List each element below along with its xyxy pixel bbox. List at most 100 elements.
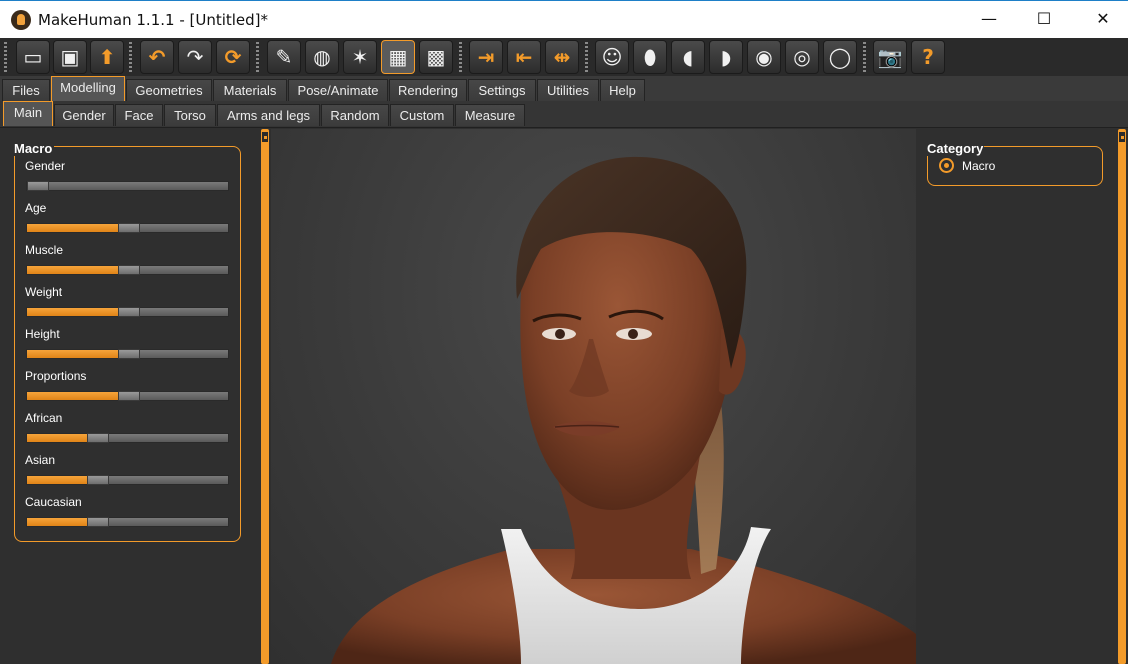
back-view-button[interactable]: ⇤ [507,40,541,74]
maximize-button[interactable]: ☐ [1021,1,1067,38]
slider-handle[interactable] [118,391,140,401]
reset-camera-icon: ◯ [828,45,852,69]
slider-weight[interactable] [26,307,229,317]
help-button[interactable]: ? [911,40,945,74]
slider-handle[interactable] [87,475,109,485]
undo-button[interactable]: ↶ [140,40,174,74]
smooth-button[interactable]: ✎ [267,40,301,74]
macro-radio-label[interactable]: Macro [962,159,995,173]
top-view-button[interactable]: ◉ [747,40,781,74]
front-view-button[interactable]: ⇥ [469,40,503,74]
slider-label-weight: Weight [25,285,63,299]
bottom-view-button[interactable]: ◎ [785,40,819,74]
slider-label-asian: Asian [25,453,56,467]
slider-caucasian[interactable] [26,517,229,527]
grid-icon: ▦ [388,45,408,69]
minimize-button[interactable]: — [966,1,1012,38]
slider-african[interactable] [26,433,229,443]
slider-handle[interactable] [87,517,109,527]
head-front-icon: ⬮ [643,45,657,69]
toolbar-separator [129,42,132,72]
redo-button[interactable]: ↷ [178,40,212,74]
left-panel: Macro Gender Age Muscle Weight Height Proport… [0,129,258,664]
tab-help[interactable]: Help [600,79,645,101]
tab-main[interactable]: Main [3,101,53,126]
slider-label-proportions: Proportions [25,369,87,383]
makehuman-logo-icon [11,10,31,30]
slider-handle[interactable] [118,307,140,317]
undo-icon: ↶ [148,45,166,69]
tab-rendering[interactable]: Rendering [389,79,467,101]
tab-pose-animate[interactable]: Pose/Animate [288,79,388,101]
left-splitter[interactable] [259,129,271,664]
tab-custom[interactable]: Custom [390,104,454,126]
screenshot-button[interactable]: 📷 [873,40,907,74]
slider-fill [27,434,87,442]
save-button[interactable]: ▣ [53,40,87,74]
wireframe-icon: ◍ [313,45,331,69]
save-icon: ▣ [60,45,80,69]
slider-muscle[interactable] [26,265,229,275]
slider-height[interactable] [26,349,229,359]
tab-gender[interactable]: Gender [54,104,114,126]
slider-handle[interactable] [118,349,140,359]
head-left-button[interactable]: ◖ [671,40,705,74]
slider-fill [27,308,118,316]
load-button[interactable]: ▭ [16,40,50,74]
slider-age[interactable] [26,223,229,233]
slider-handle[interactable] [27,181,49,191]
tab-face[interactable]: Face [115,104,163,126]
close-button[interactable]: ✕ [1080,1,1126,38]
wireframe-button[interactable]: ◍ [305,40,339,74]
sub-tab-bar: Main Gender Face Torso Arms and legs Ran… [0,101,1128,128]
slider-handle[interactable] [118,265,140,275]
export-icon: ⬆ [98,45,116,69]
slider-label-height: Height [25,327,60,341]
export-button[interactable]: ⬆ [90,40,124,74]
toolbar-separator [459,42,462,72]
slider-proportions[interactable] [26,391,229,401]
reset-button[interactable]: ⟳ [216,40,250,74]
macro-radio[interactable] [939,158,954,173]
toolbar-separator [863,42,866,72]
3d-viewport[interactable] [271,129,916,664]
tab-random[interactable]: Random [321,104,389,126]
main-toolbar: ▭ ▣ ⬆ ↶ ↷ ⟳ ✎ ◍ ✶ ▦ ▩ ⇥ ⇤ ⇹ ☺ ⬮ ◖ ◗ ◉ ◎ … [0,38,1128,76]
grid-button[interactable]: ▦ [381,40,415,74]
category-title: Category [926,141,985,156]
back-view-icon: ⇤ [515,45,533,69]
help-icon: ? [922,45,934,69]
tab-measure[interactable]: Measure [455,104,525,126]
face-view-button[interactable]: ☺ [595,40,629,74]
main-tab-bar: Files Modelling Geometries Materials Pos… [0,76,1128,101]
human-model [331,156,916,664]
tab-files[interactable]: Files [2,79,50,101]
reset-camera-button[interactable]: ◯ [823,40,857,74]
slider-handle[interactable] [87,433,109,443]
toolbar-separator [4,42,7,72]
side-view-button[interactable]: ⇹ [545,40,579,74]
tab-settings[interactable]: Settings [468,79,536,101]
camera-icon: 📷 [877,45,903,69]
head-front-button[interactable]: ⬮ [633,40,667,74]
tab-geometries[interactable]: Geometries [126,79,212,101]
head-left-icon: ◖ [682,45,694,69]
background-button[interactable]: ▩ [419,40,453,74]
slider-fill [27,266,118,274]
tab-materials[interactable]: Materials [213,79,287,101]
right-panel: Category Macro [916,129,1118,664]
pose-button[interactable]: ✶ [343,40,377,74]
tab-torso[interactable]: Torso [164,104,216,126]
side-view-icon: ⇹ [553,45,571,69]
tab-arms-and-legs[interactable]: Arms and legs [217,104,320,126]
slider-gender[interactable] [26,181,229,191]
redo-icon: ↷ [186,45,204,69]
tab-utilities[interactable]: Utilities [537,79,599,101]
window-title: MakeHuman 1.1.1 - [Untitled]* [38,11,269,29]
slider-label-muscle: Muscle [25,243,64,257]
head-right-icon: ◗ [720,45,732,69]
tab-modelling[interactable]: Modelling [51,76,125,101]
slider-handle[interactable] [118,223,140,233]
head-right-button[interactable]: ◗ [709,40,743,74]
slider-asian[interactable] [26,475,229,485]
